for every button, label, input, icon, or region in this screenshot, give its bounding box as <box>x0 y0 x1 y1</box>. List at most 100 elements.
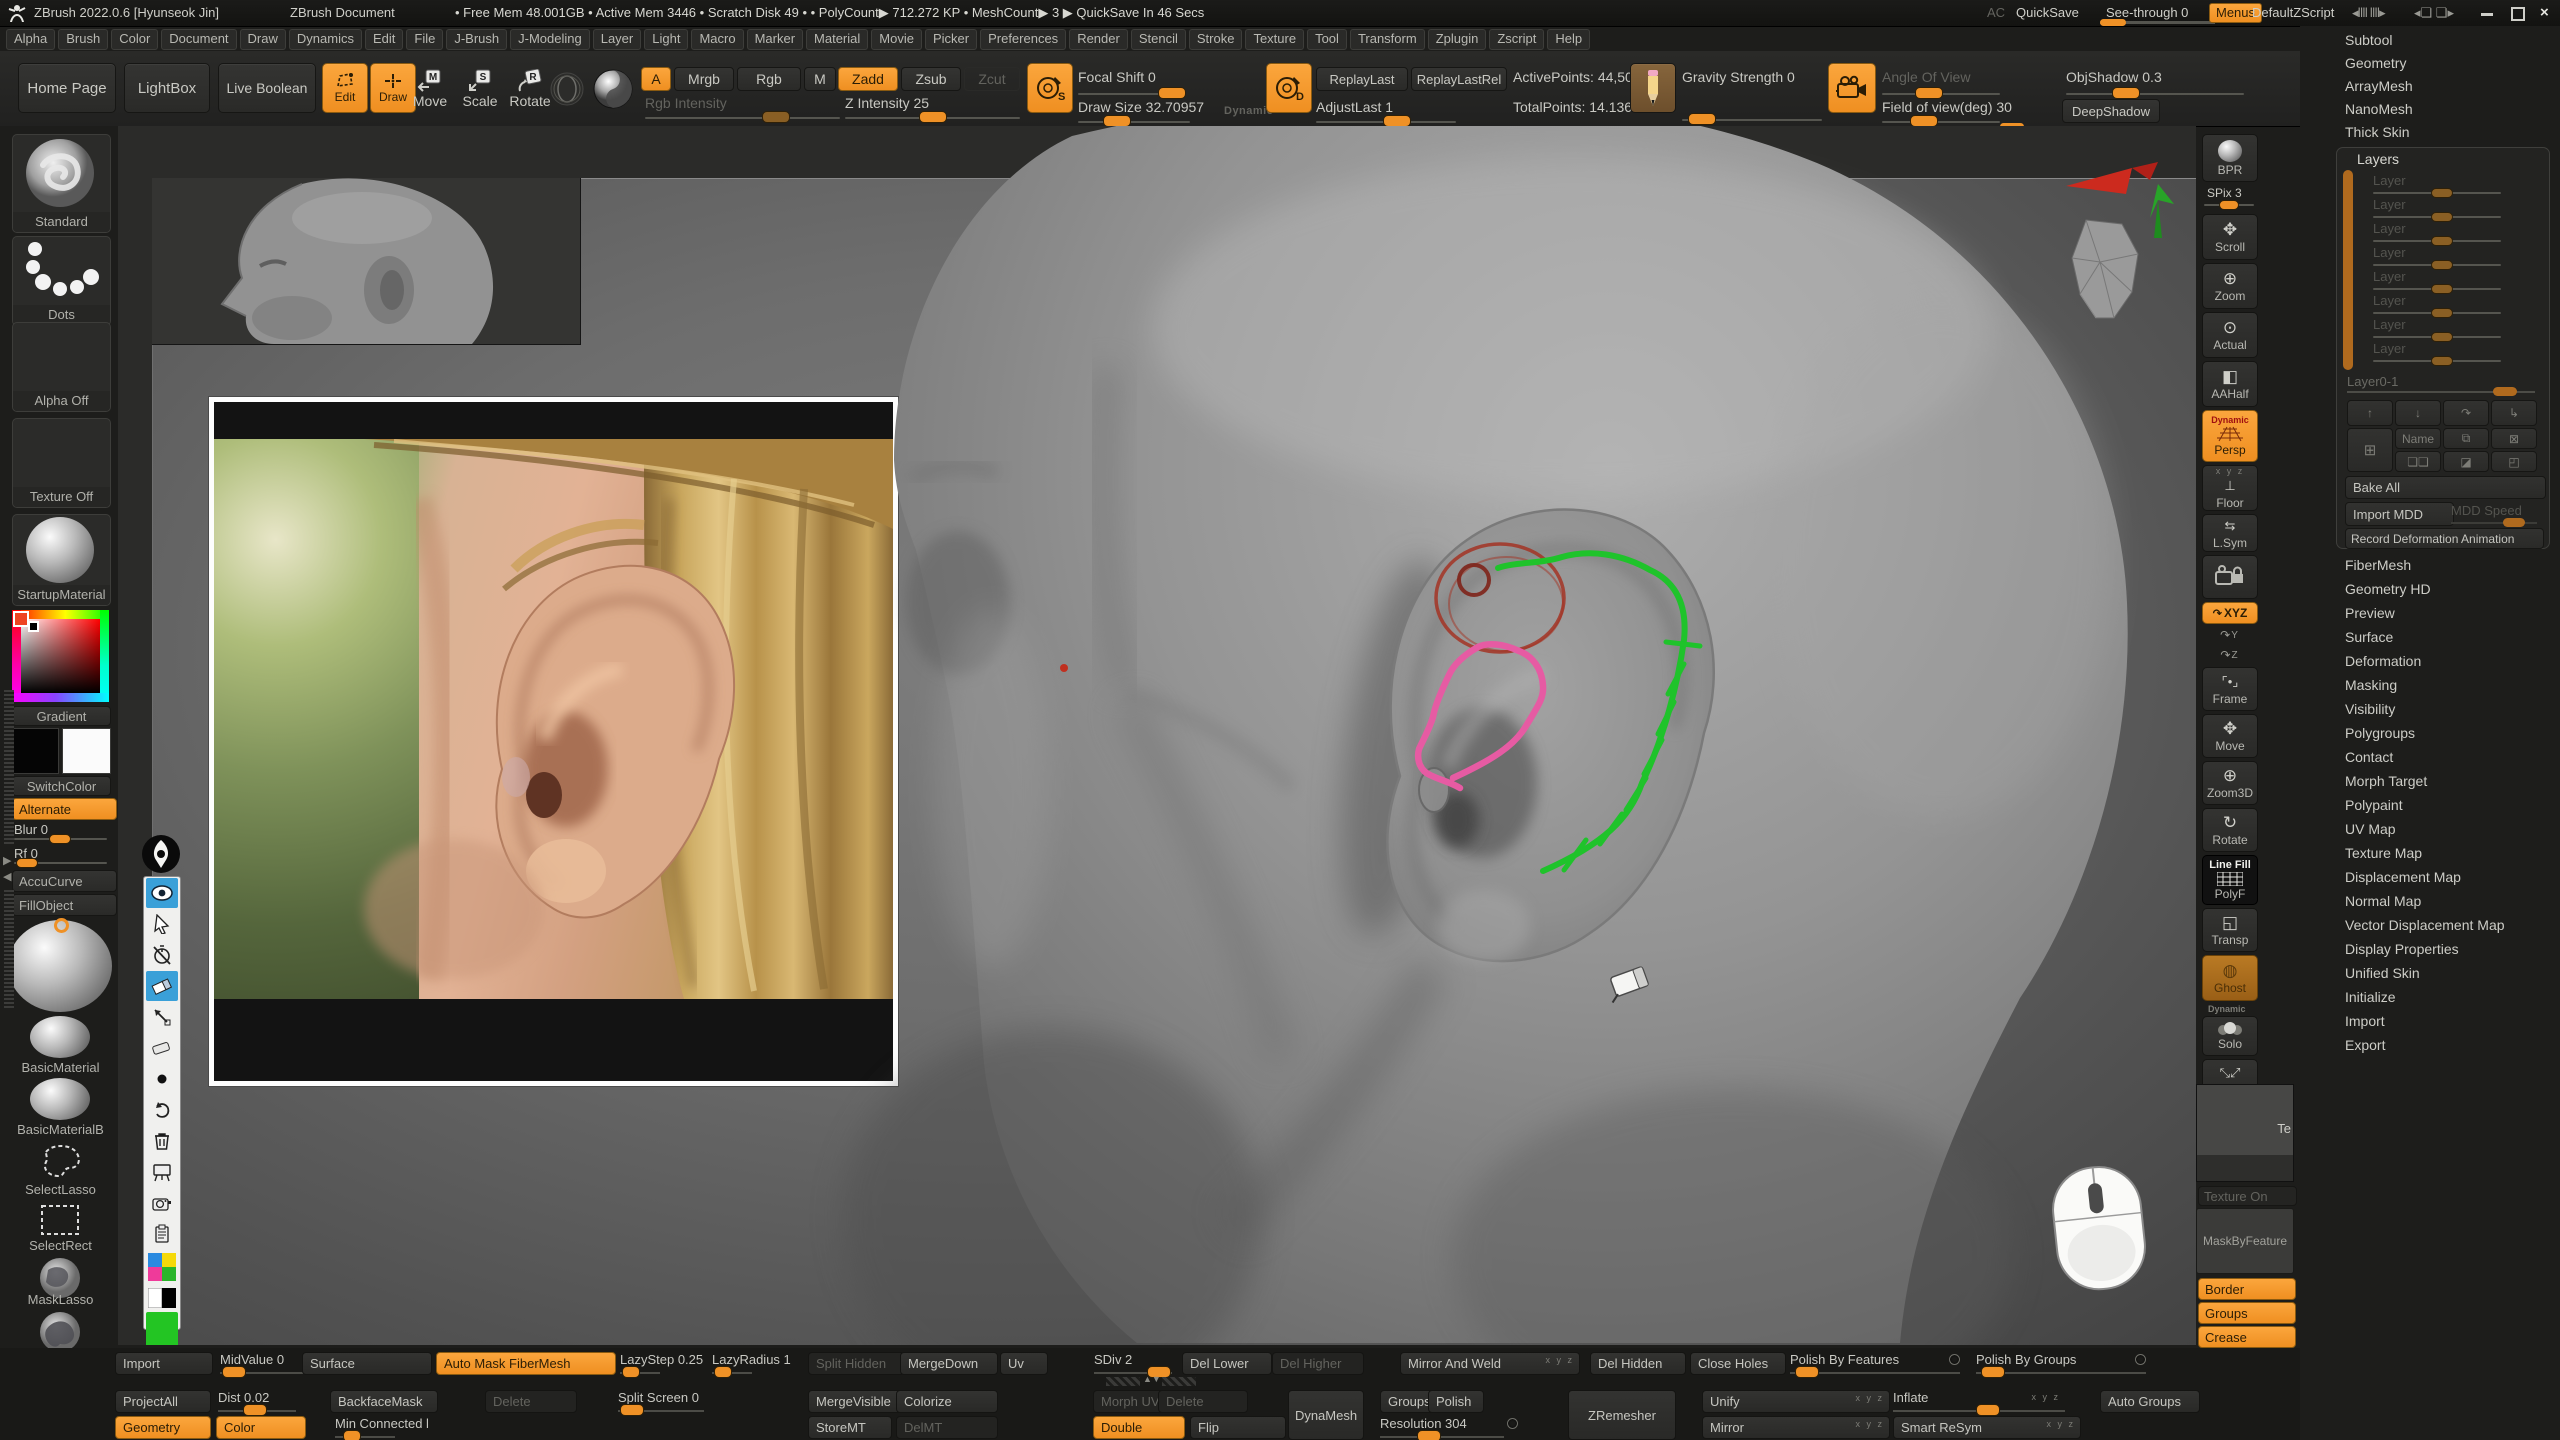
panel-item-initialize[interactable]: Initialize <box>2345 989 2396 1005</box>
selectrect-brush-icon[interactable] <box>36 1202 84 1238</box>
zremesher-button[interactable]: ZRemesher <box>1568 1390 1676 1440</box>
scroll-marker[interactable] <box>1106 1377 1140 1386</box>
menu-picker[interactable]: Picker <box>925 29 977 50</box>
tray-collapse-arrow[interactable]: ◀ <box>3 870 11 883</box>
auto-groups-button[interactable]: Auto Groups <box>2100 1390 2200 1413</box>
panel-item-preview[interactable]: Preview <box>2345 605 2395 621</box>
current-brush-standard[interactable]: Standard <box>12 134 111 233</box>
menu-zscript[interactable]: Zscript <box>1489 29 1544 50</box>
replay-last-button[interactable]: ReplayLast <box>1316 67 1408 91</box>
sculpt-head-model[interactable] <box>118 126 2196 1345</box>
layer-down-button[interactable]: ↓ <box>2395 400 2441 426</box>
tray-scroll-grip-bottom[interactable] <box>4 890 14 1010</box>
menu-help[interactable]: Help <box>1547 29 1590 50</box>
panel-item-polygroups[interactable]: Polygroups <box>2345 725 2415 741</box>
menu-material[interactable]: Material <box>806 29 868 50</box>
merge-down-button[interactable]: ❏❏ <box>2395 451 2441 472</box>
panel-item-deformation[interactable]: Deformation <box>2345 653 2421 669</box>
accucurve-button[interactable]: AccuCurve <box>12 870 117 892</box>
secondary-color-swatch[interactable] <box>62 728 111 774</box>
smart-resym-button[interactable]: Smart ReSymx y z <box>1893 1416 2081 1439</box>
crease-button[interactable]: Crease <box>2198 1326 2296 1348</box>
menu-document[interactable]: Document <box>161 29 236 50</box>
tray-expand-arrow[interactable]: ▶ <box>3 854 11 867</box>
split-screen-slider[interactable]: Split Screen 0 <box>618 1390 704 1411</box>
lazyradius-slider[interactable]: LazyRadius 1 <box>712 1352 796 1373</box>
border-button[interactable]: Border <box>2198 1278 2296 1300</box>
panel-item-contact[interactable]: Contact <box>2345 749 2393 765</box>
menu-zplugin[interactable]: Zplugin <box>1428 29 1487 50</box>
alternate-button[interactable]: Alternate <box>12 798 117 820</box>
panel-item-nanomesh[interactable]: NanoMesh <box>2345 101 2413 117</box>
bake-all-button[interactable]: Bake All <box>2345 476 2546 499</box>
mask-by-feature-box[interactable]: MaskByFeature <box>2196 1208 2294 1274</box>
menu-stencil[interactable]: Stencil <box>1131 29 1186 50</box>
close-holes-button[interactable]: Close Holes <box>1690 1352 1786 1375</box>
active-layer-slider[interactable]: Layer0-1 <box>2347 373 2535 393</box>
switch-color-button[interactable]: SwitchColor <box>12 776 111 796</box>
scale-arrow-icon[interactable] <box>146 1002 178 1032</box>
eraser-icon[interactable] <box>146 971 178 1001</box>
move-button[interactable]: M Move <box>408 69 452 109</box>
panel-item-import[interactable]: Import <box>2345 1013 2385 1029</box>
duplicate-layer-button[interactable]: ⧉ <box>2443 428 2489 449</box>
panel-item-fibermesh[interactable]: FiberMesh <box>2345 557 2411 573</box>
menu-stroke[interactable]: Stroke <box>1189 29 1243 50</box>
menu-tool[interactable]: Tool <box>1307 29 1347 50</box>
tray-scroll-grip-top[interactable] <box>4 690 14 846</box>
flip-button[interactable]: Flip <box>1190 1416 1286 1439</box>
current-alpha-icon[interactable] <box>549 71 585 107</box>
backfacemask-button[interactable]: BackfaceMask <box>330 1390 438 1413</box>
dynamesh-button[interactable]: DynaMesh <box>1288 1390 1364 1440</box>
layer-row[interactable]: Layer <box>2373 196 2503 214</box>
panel-item-uv-map[interactable]: UV Map <box>2345 821 2396 837</box>
menu-edit[interactable]: Edit <box>365 29 403 50</box>
focal-shift-slider[interactable]: Focal Shift 0 <box>1078 69 1180 95</box>
eye-icon[interactable] <box>146 878 178 908</box>
layer-name-button[interactable]: Name <box>2395 428 2441 449</box>
polish-by-features-slider[interactable]: Polish By Features <box>1790 1352 1960 1373</box>
menu-light[interactable]: Light <box>644 29 688 50</box>
layers-scrollbar[interactable] <box>2343 170 2353 370</box>
panel-item-surface[interactable]: Surface <box>2345 629 2393 645</box>
selectlasso-brush-icon[interactable] <box>32 1142 88 1182</box>
clipboard-icon[interactable] <box>146 1219 178 1249</box>
draw-size-slider[interactable]: Draw Size 32.70957 <box>1078 99 1190 123</box>
minimize-button[interactable] <box>2481 13 2493 16</box>
dot-icon[interactable] <box>146 1064 178 1094</box>
rgb-intensity-slider[interactable]: Rgb Intensity <box>645 95 840 119</box>
new-layer-button[interactable]: ⊞ <box>2347 428 2393 472</box>
panel-item-visibility[interactable]: Visibility <box>2345 701 2395 717</box>
default-zscript-button[interactable]: DefaultZScript <box>2252 5 2334 20</box>
layer-row[interactable]: Layer <box>2373 220 2503 238</box>
layer-redo-button[interactable]: ↷ <box>2443 400 2489 426</box>
color-picker[interactable] <box>12 610 109 702</box>
menu-file[interactable]: File <box>406 29 443 50</box>
layer-branch-button[interactable]: ↳ <box>2491 400 2537 426</box>
storemt-button[interactable]: StoreMT <box>808 1416 892 1439</box>
auto-mask-fibermesh-button[interactable]: Auto Mask FiberMesh <box>436 1352 616 1375</box>
draw-size-icon-button[interactable]: S <box>1027 63 1073 113</box>
layer-row[interactable]: Layer <box>2373 244 2503 262</box>
cursor-icon[interactable] <box>146 909 178 939</box>
menu-dynamics[interactable]: Dynamics <box>289 29 362 50</box>
layer-up-button[interactable]: ↑ <box>2347 400 2393 426</box>
surface-button[interactable]: Surface <box>302 1352 432 1375</box>
current-alpha-off[interactable]: Alpha Off <box>12 322 111 412</box>
zcut-button[interactable]: Zcut <box>964 67 1020 91</box>
edit-button[interactable]: Edit <box>322 63 368 113</box>
panel-item-morph-target[interactable]: Morph Target <box>2345 773 2427 789</box>
menu-preferences[interactable]: Preferences <box>980 29 1066 50</box>
timer-off-icon[interactable] <box>146 940 178 970</box>
window-layout-icon[interactable]: ◂❏ ❏▸ <box>2414 5 2454 21</box>
panel-item-masking[interactable]: Masking <box>2345 677 2397 693</box>
menu-alpha[interactable]: Alpha <box>6 29 55 50</box>
mirror-button[interactable]: Mirrorx y z <box>1702 1416 1890 1439</box>
panel-item-unified-skin[interactable]: Unified Skin <box>2345 965 2420 981</box>
layer-row[interactable]: Layer <box>2373 292 2503 310</box>
menu-texture[interactable]: Texture <box>1245 29 1304 50</box>
menu-layer[interactable]: Layer <box>593 29 642 50</box>
delmt-button[interactable]: DelMT <box>896 1416 998 1439</box>
panel-item-displacement-map[interactable]: Displacement Map <box>2345 869 2461 885</box>
gravity-strength-slider[interactable]: Gravity Strength 0 <box>1682 69 1822 121</box>
